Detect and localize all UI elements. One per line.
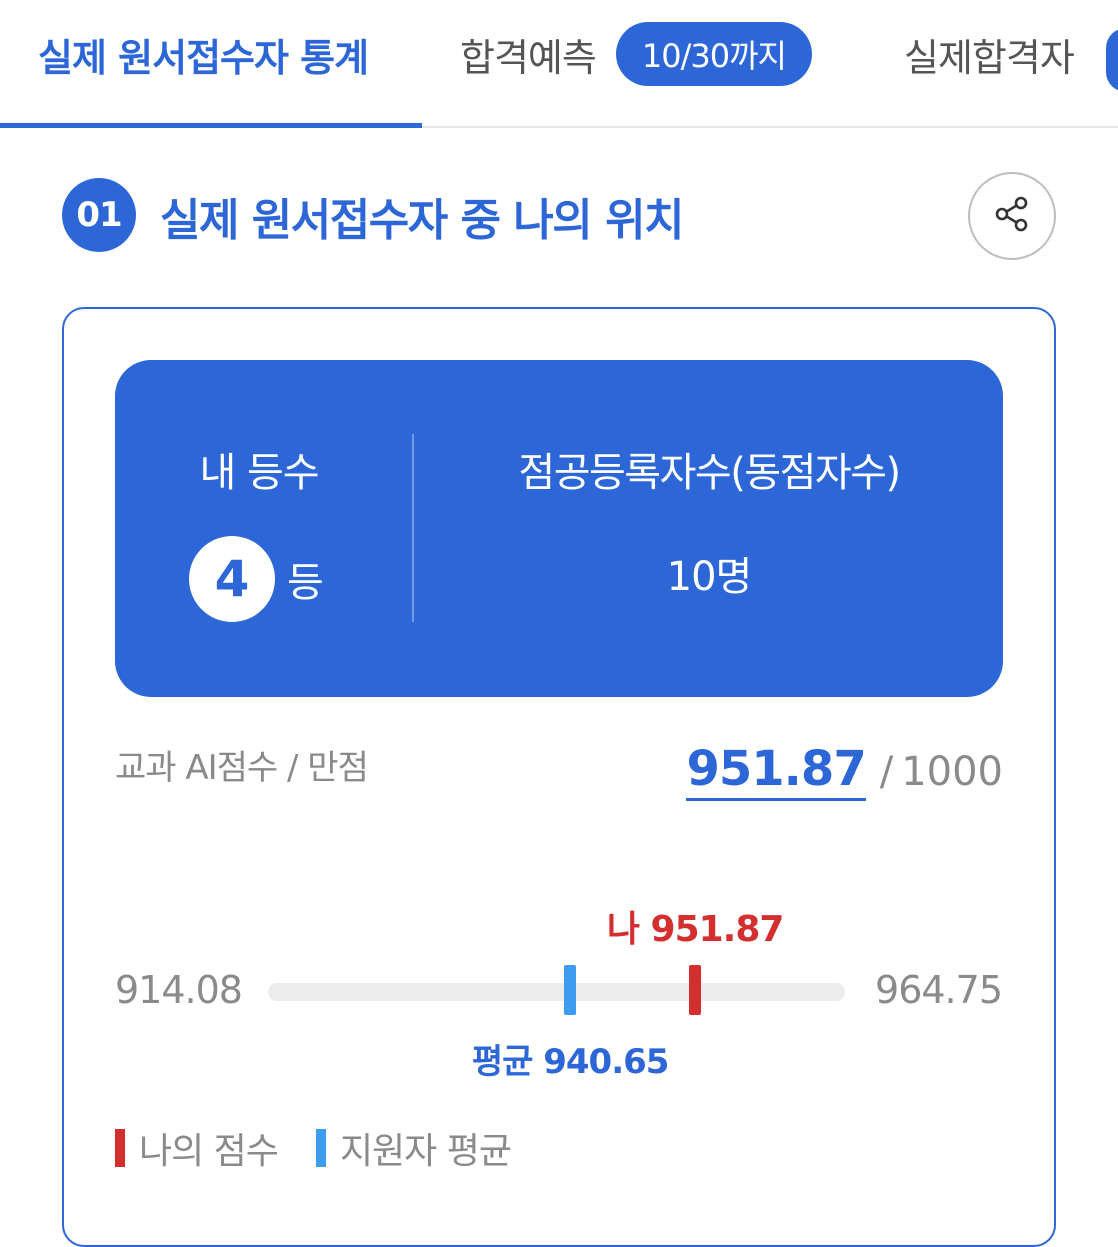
legend-label: 지원자 평균 — [339, 1131, 512, 1172]
average-marker — [564, 965, 577, 1015]
share-button[interactable] — [968, 172, 1056, 260]
my-score: 951.87 — [686, 740, 867, 801]
legend: 나의 점수 지원자 평균 — [115, 1128, 549, 1172]
score-separator: / — [879, 749, 894, 795]
rank-value: 4 — [189, 536, 275, 622]
my-score-marker — [689, 965, 702, 1015]
score-label: 교과 AI점수 / 만점 — [115, 748, 369, 788]
tab-label: 실제합격자 — [904, 35, 1075, 80]
tab-label: 합격예측 — [460, 35, 597, 80]
score-value-group: 951.87 / 1000 — [686, 740, 1003, 806]
legend-swatch-red — [115, 1129, 125, 1167]
tab-applicant-stats[interactable]: 실제 원서접수자 통계 — [38, 28, 369, 80]
share-icon — [992, 194, 1032, 238]
tie-count-value: 10명 — [666, 554, 753, 600]
range-max-label: 964.75 — [875, 968, 1003, 1012]
score-range-track — [268, 983, 845, 1001]
legend-item-average: 지원자 평균 — [315, 1122, 512, 1174]
max-score: 1000 — [901, 749, 1003, 795]
section-number-badge: 01 — [62, 178, 136, 252]
tie-count-label: 점공등록자수(동점자수) — [518, 450, 901, 496]
tab-prediction[interactable]: 합격예측 10/30까지 — [460, 22, 812, 86]
my-score-marker-label: 나 951.87 — [606, 909, 785, 950]
legend-swatch-blue — [315, 1129, 326, 1167]
legend-label: 나의 점수 — [139, 1131, 279, 1172]
legend-item-my-score: 나의 점수 — [115, 1122, 279, 1174]
tab-actual-admitted[interactable]: 실제합격자 — [904, 28, 1075, 80]
rank-divider — [412, 434, 414, 622]
rank-summary-box: 내 등수 4 등 점공등록자수(동점자수) 10명 — [115, 360, 1003, 697]
active-tab-indicator — [0, 123, 422, 128]
average-marker-label: 평균 940.65 — [471, 1042, 670, 1082]
rank-unit: 등 — [287, 560, 324, 606]
deadline-badge: 10/30까지 — [615, 22, 812, 86]
range-min-label: 914.08 — [115, 968, 243, 1012]
tab-bar: 실제 원서접수자 통계 합격예측 10/30까지 실제합격자 — [0, 0, 1118, 128]
rank-label: 내 등수 — [199, 450, 319, 496]
badge-partial — [1106, 28, 1118, 92]
section-title: 실제 원서접수자 중 나의 위치 — [160, 195, 685, 246]
tab-label: 실제 원서접수자 통계 — [38, 35, 369, 80]
